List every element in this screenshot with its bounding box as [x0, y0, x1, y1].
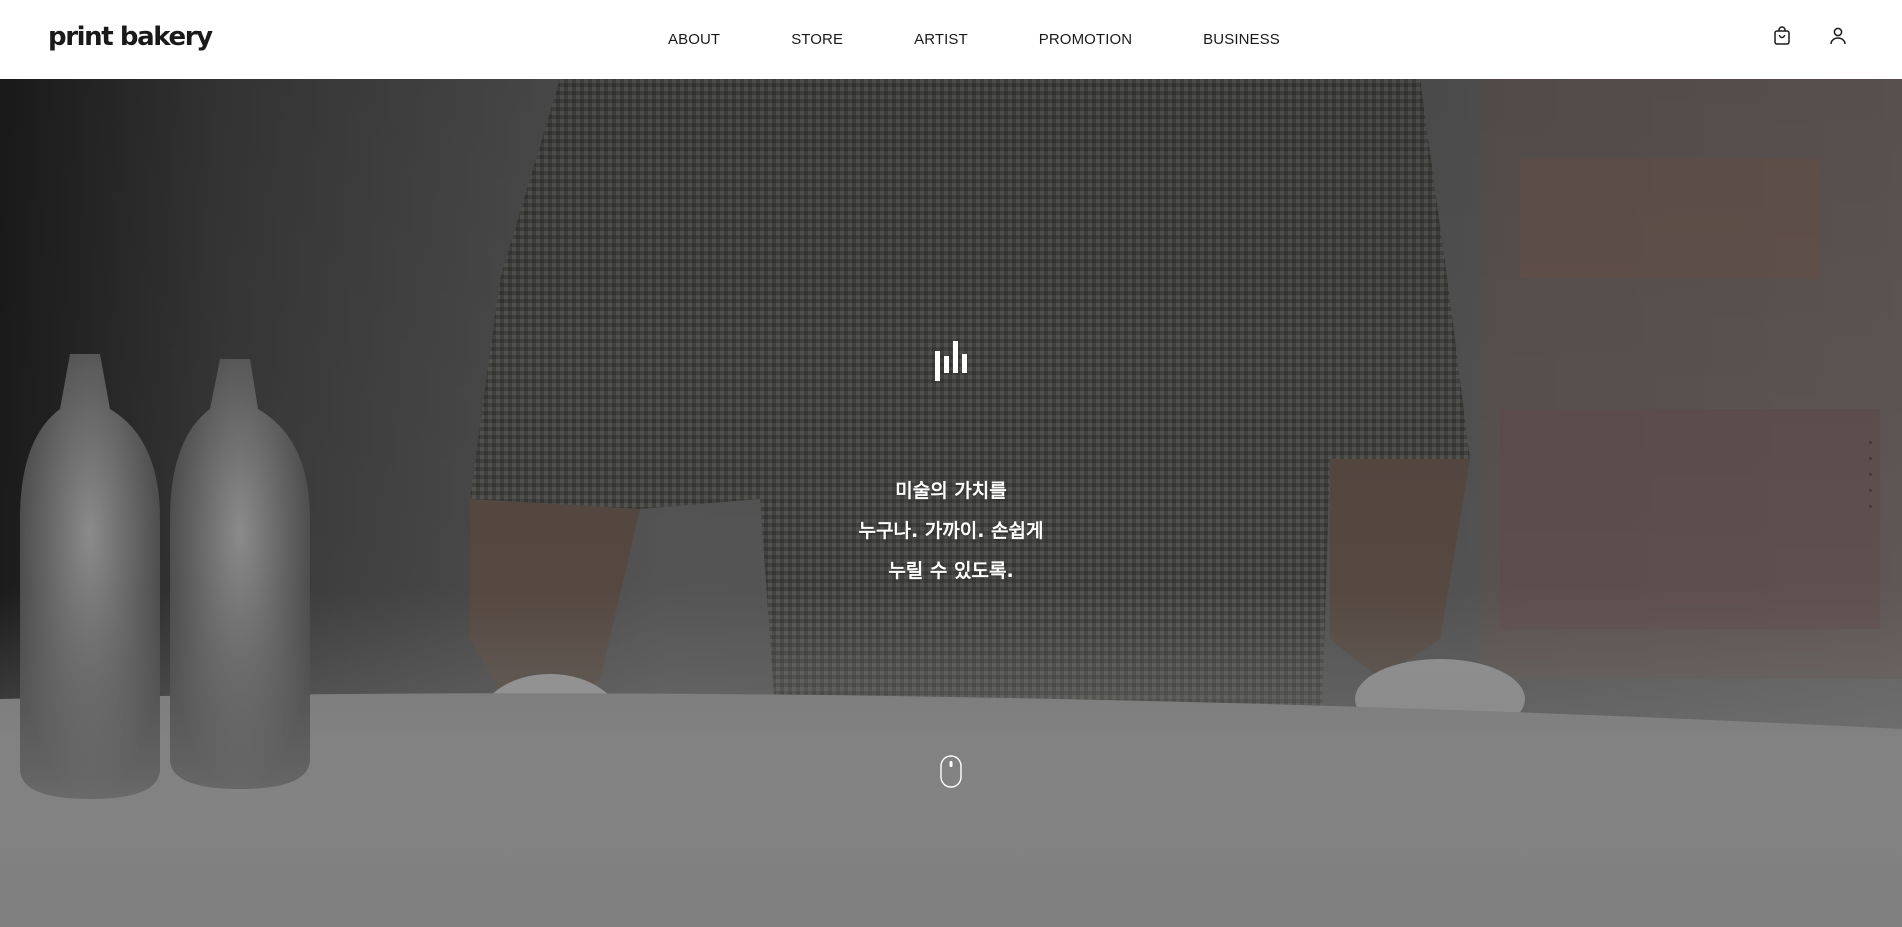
hero-content: 미술의 가치를 누구나. 가까이. 손쉽게 누릴 수 있도록.	[0, 341, 1902, 591]
nav-item-business[interactable]: BUSINESS	[1203, 31, 1280, 48]
slide-dot[interactable]	[1869, 457, 1872, 460]
user-icon[interactable]	[1828, 26, 1848, 46]
hero-section: 미술의 가치를 누구나. 가까이. 손쉽게 누릴 수 있도록.	[0, 79, 1902, 927]
slide-dot[interactable]	[1869, 505, 1872, 508]
nav-item-store[interactable]: STORE	[791, 31, 843, 48]
slide-dot[interactable]	[1869, 489, 1872, 492]
shopping-bag-icon[interactable]	[1772, 26, 1792, 46]
site-header: print bakery ABOUT STORE ARTIST PROMOTIO…	[0, 0, 1902, 79]
hero-tagline-line-2: 누구나. 가까이. 손쉽게	[858, 520, 1044, 542]
slide-pagination	[1869, 441, 1872, 508]
slide-dot[interactable]	[1869, 441, 1872, 444]
site-logo[interactable]: print bakery	[48, 22, 213, 52]
nav-item-promotion[interactable]: PROMOTION	[1039, 31, 1132, 48]
nav-item-about[interactable]: ABOUT	[668, 31, 720, 48]
main-nav: ABOUT STORE ARTIST PROMOTION BUSINESS	[668, 31, 1280, 48]
bars-logo-icon	[935, 341, 967, 381]
hero-tagline-line-3: 누릴 수 있도록.	[888, 560, 1014, 582]
slide-dot[interactable]	[1869, 473, 1872, 476]
header-icons	[1772, 26, 1848, 46]
mouse-scroll-icon[interactable]	[940, 755, 962, 788]
hero-tagline-line-1: 미술의 가치를	[895, 480, 1007, 502]
nav-item-artist[interactable]: ARTIST	[914, 31, 968, 48]
